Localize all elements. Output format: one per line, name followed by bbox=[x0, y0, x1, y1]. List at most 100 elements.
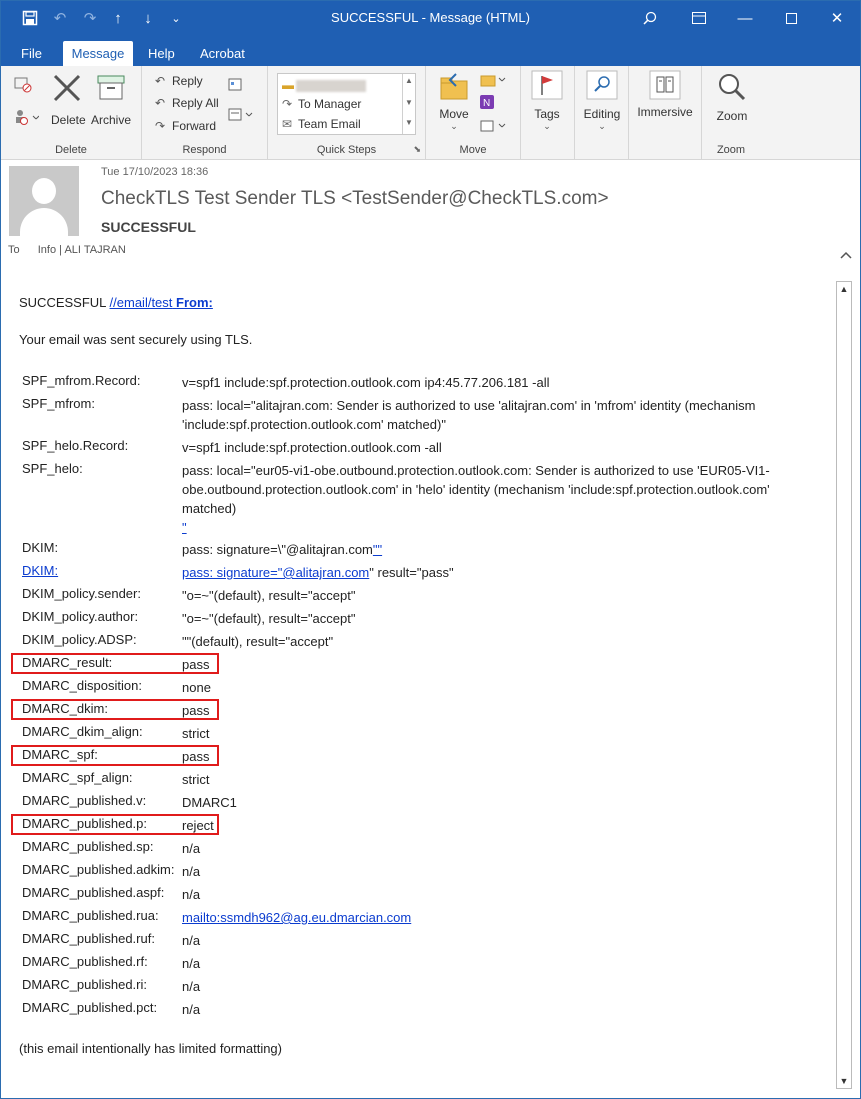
reply-button[interactable]: ↶ Reply bbox=[152, 71, 203, 91]
field-key: DKIM: bbox=[22, 540, 59, 555]
field-value: strict bbox=[182, 726, 210, 741]
ribbon-display-options-icon[interactable] bbox=[676, 1, 722, 35]
field-value: pass: signature=\"@alitajran.com"" bbox=[182, 540, 822, 559]
field-key-link[interactable]: DKIM: bbox=[22, 563, 58, 578]
message-header: Tue 17/10/2023 18:36 CheckTLS Test Sende… bbox=[1, 160, 860, 275]
respond-group-label: Respond bbox=[182, 144, 227, 156]
meeting-reply-icon[interactable] bbox=[227, 78, 245, 95]
immersive-group: Immersive bbox=[629, 66, 702, 159]
editing-button[interactable]: Editing ⌄ bbox=[579, 70, 625, 132]
field-value-link[interactable]: "" bbox=[373, 542, 382, 557]
field-key: SPF_helo: bbox=[22, 461, 83, 476]
close-button[interactable]: ✕ bbox=[814, 1, 860, 35]
tags-label: Tags bbox=[534, 107, 560, 121]
field-key: SPF_mfrom: bbox=[22, 396, 95, 411]
message-body: SUCCESSFUL //email/test From: Your email… bbox=[1, 275, 860, 1098]
forward-button[interactable]: ↷ Forward bbox=[152, 116, 216, 136]
field-value: n/a bbox=[182, 1002, 201, 1017]
field-key: DKIM_policy.ADSP: bbox=[22, 632, 137, 647]
subject: SUCCESSFUL bbox=[101, 219, 196, 235]
tab-help[interactable]: Help bbox=[140, 41, 183, 66]
dialog-launcher-icon[interactable]: ⬊ bbox=[413, 144, 421, 155]
junk-icon[interactable] bbox=[11, 108, 41, 129]
field-value: reject bbox=[182, 818, 214, 833]
field-key: DMARC_published.ri: bbox=[22, 977, 147, 992]
delete-icon bbox=[53, 74, 81, 102]
actions-icon[interactable] bbox=[478, 118, 508, 137]
ignore-icon[interactable] bbox=[11, 76, 35, 97]
recipient[interactable]: Info | ALI TAJRAN bbox=[38, 244, 126, 256]
immersive-reader-button[interactable]: Immersive bbox=[635, 70, 695, 119]
field-value: n/a bbox=[182, 887, 201, 902]
tab-acrobat[interactable]: Acrobat bbox=[192, 41, 253, 66]
field-key: DMARC_published.ruf: bbox=[22, 931, 155, 946]
collapse-header-icon[interactable] bbox=[840, 246, 852, 262]
editing-label: Editing bbox=[583, 107, 621, 121]
delete-button[interactable]: Delete bbox=[51, 72, 86, 127]
quick-steps-gallery: ▬ ↷ To Manager ✉ Team Email ▲ ▼ ▼ bbox=[277, 73, 416, 135]
field-value: pass bbox=[182, 657, 210, 672]
immersive-reader-icon bbox=[649, 70, 681, 100]
move-group-label: Move bbox=[459, 144, 487, 156]
more-respond-icon[interactable] bbox=[227, 108, 255, 125]
intro-link[interactable]: //email/test From: bbox=[110, 295, 213, 310]
highlight-dmarc-spf bbox=[11, 745, 219, 766]
reply-all-button[interactable]: ↶ Reply All bbox=[152, 93, 219, 113]
vertical-scrollbar[interactable]: ▲ ▼ bbox=[836, 281, 852, 1089]
quick-step-blurred[interactable]: ▬ bbox=[282, 78, 366, 92]
field-value: n/a bbox=[182, 956, 201, 971]
tags-group: Tags ⌄ bbox=[521, 66, 575, 159]
highlight-dmarc-dkim bbox=[11, 699, 219, 720]
maximize-button[interactable] bbox=[768, 1, 814, 35]
scroll-up-icon[interactable]: ▲ bbox=[837, 284, 851, 294]
tab-message[interactable]: Message bbox=[63, 41, 133, 66]
field-value: ""(default), result="accept" bbox=[182, 634, 334, 649]
editing-group: Editing ⌄ bbox=[575, 66, 629, 159]
quick-step-team-email[interactable]: ✉ Team Email bbox=[282, 117, 361, 131]
mail-icon: ✉ bbox=[282, 117, 293, 131]
sender[interactable]: CheckTLS Test Sender TLS <TestSender@Che… bbox=[101, 188, 609, 210]
quick-step-label: Team Email bbox=[298, 117, 361, 131]
field-key: DKIM_policy.author: bbox=[22, 609, 139, 624]
closing-line: (this email intentionally has limited fo… bbox=[19, 1041, 282, 1056]
scroll-down-icon[interactable]: ▼ bbox=[837, 1076, 851, 1086]
field-value: v=spf1 include:spf.protection.outlook.co… bbox=[182, 375, 550, 390]
zoom-button[interactable]: Zoom bbox=[712, 72, 752, 123]
move-label: Move bbox=[439, 107, 469, 121]
field-value: none bbox=[182, 680, 211, 695]
reply-all-label: Reply All bbox=[172, 96, 219, 110]
quick-step-to-manager[interactable]: ↷ To Manager bbox=[282, 97, 361, 111]
avatar[interactable] bbox=[9, 166, 79, 236]
archive-button[interactable]: Archive bbox=[89, 72, 133, 127]
delete-label: Delete bbox=[51, 113, 86, 127]
field-value: strict bbox=[182, 772, 210, 787]
field-value: pass bbox=[182, 749, 210, 764]
onenote-icon[interactable]: N bbox=[478, 94, 496, 113]
field-value-link[interactable]: pass: signature="@alitajran.com bbox=[182, 565, 369, 580]
field-value: "o=~"(default), result="accept" bbox=[182, 588, 356, 603]
move-group: Move ⌄ N Move bbox=[426, 66, 521, 159]
sent-securely-line: Your email was sent securely using TLS. bbox=[19, 332, 253, 347]
field-value-link[interactable]: " bbox=[182, 520, 187, 535]
find-icon bbox=[586, 70, 618, 100]
tags-button[interactable]: Tags ⌄ bbox=[529, 70, 565, 132]
field-key: DMARC_dkim_align: bbox=[22, 724, 143, 739]
field-value: pass: local="eur05-vi1-obe.outbound.prot… bbox=[182, 461, 822, 537]
rules-icon[interactable] bbox=[478, 72, 508, 91]
respond-group: ↶ Reply ↶ Reply All ↷ Forward Respond bbox=[142, 66, 268, 159]
intro-line: SUCCESSFUL //email/test From: bbox=[19, 295, 213, 310]
field-key: SPF_helo.Record: bbox=[22, 438, 129, 453]
delete-group-label: Delete bbox=[55, 144, 87, 156]
dmarc-rua-link[interactable]: mailto:ssmdh962@ag.eu.dmarcian.com bbox=[182, 908, 822, 927]
svg-text:N: N bbox=[483, 98, 490, 109]
quick-steps-scroll[interactable]: ▲ ▼ ▼ bbox=[402, 74, 415, 134]
minimize-button[interactable]: — bbox=[722, 1, 768, 35]
field-key: DKIM_policy.sender: bbox=[22, 586, 141, 601]
move-button[interactable]: Move ⌄ bbox=[436, 72, 472, 132]
tab-file[interactable]: File bbox=[13, 41, 50, 66]
quick-step-label: To Manager bbox=[298, 97, 362, 111]
field-key: DMARC_published.rf: bbox=[22, 954, 148, 969]
highlight-dmarc-result bbox=[11, 653, 219, 674]
search-icon[interactable] bbox=[627, 1, 673, 35]
field-value: DMARC1 bbox=[182, 795, 237, 810]
